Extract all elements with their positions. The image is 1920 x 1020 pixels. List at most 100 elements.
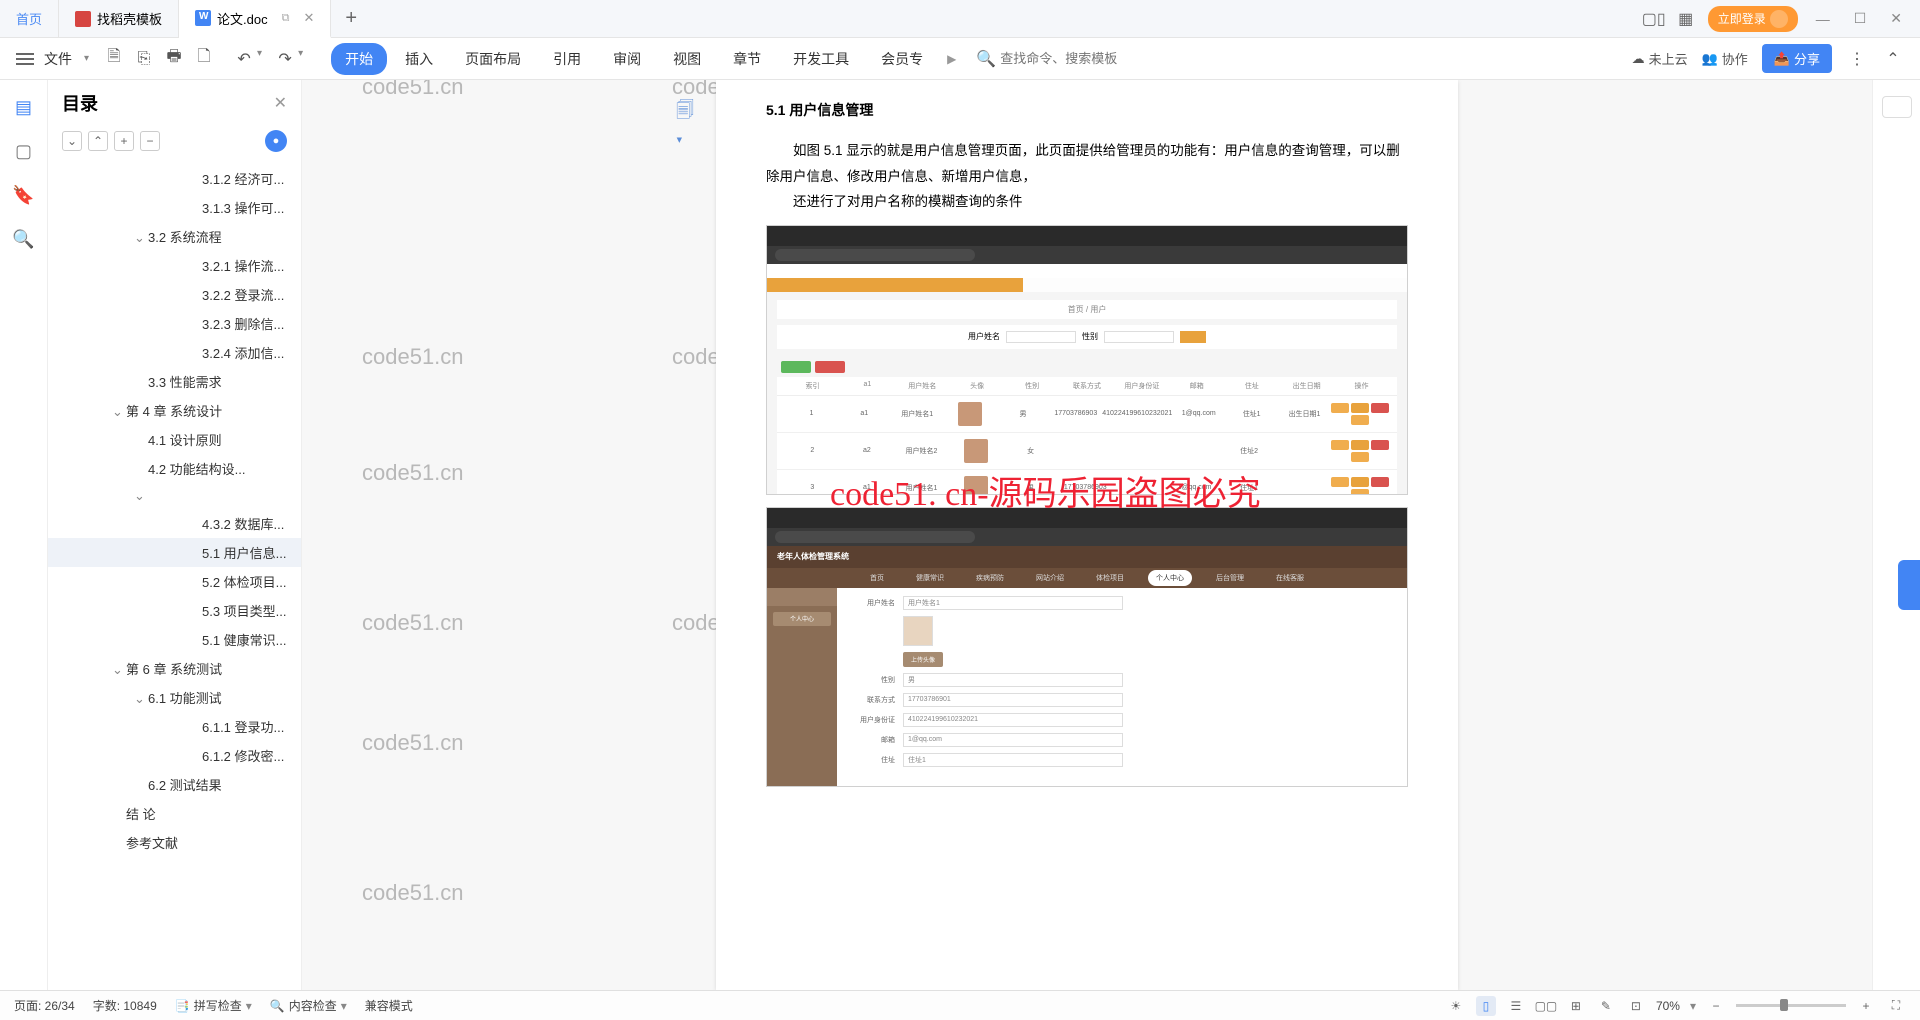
ribbon-tab-layout[interactable]: 页面布局 (451, 43, 535, 75)
export-icon[interactable]: ⎘ (133, 48, 155, 70)
collab-icon: 👥 (1702, 51, 1718, 67)
outline-item[interactable]: 5.3 项目类型... (48, 596, 301, 625)
page-copy-icon[interactable]: 🗐▾ (676, 98, 700, 122)
outline-icon[interactable]: ▤ (13, 96, 35, 118)
outline-item[interactable]: 结 论 (48, 799, 301, 828)
add-item-icon[interactable]: + (114, 131, 134, 151)
view-web-icon[interactable]: ⊞ (1566, 996, 1586, 1016)
undo-dropdown-icon[interactable]: ▾ (257, 48, 262, 70)
spell-check[interactable]: 📑拼写检查 ▾ (175, 997, 252, 1014)
outline-item[interactable]: 5.1 健康常识... (48, 625, 301, 654)
ribbon-tab-start[interactable]: 开始 (331, 43, 387, 75)
expand-all-icon[interactable]: ⌃ (88, 131, 108, 151)
add-tab-button[interactable]: + (331, 7, 371, 30)
right-pane-toggle[interactable] (1882, 96, 1912, 118)
fit-icon[interactable]: ⊡ (1626, 996, 1646, 1016)
outline-item[interactable]: 参考文献 (48, 828, 301, 857)
word-count[interactable]: 字数: 10849 (93, 997, 157, 1014)
outline-item[interactable]: ⌄3.2 系统流程 (48, 222, 301, 251)
content-check[interactable]: 🔍内容检查 ▾ (270, 997, 347, 1014)
close-icon[interactable]: ✕ (303, 10, 314, 26)
watermark: code51.cn (362, 460, 464, 486)
ribbon-tab-ref[interactable]: 引用 (539, 43, 595, 75)
ribbon-tab-section[interactable]: 章节 (719, 43, 775, 75)
document-area[interactable]: code51.cn code51.cn code51.cn code51.cn … (302, 80, 1872, 990)
ribbon-tab-member[interactable]: 会员专 (867, 43, 937, 75)
more-icon[interactable]: ⋮ (1846, 48, 1868, 70)
redo-dropdown-icon[interactable]: ▾ (298, 48, 303, 70)
outline-item[interactable]: 3.1.2 经济可... (48, 164, 301, 193)
zoom-out-icon[interactable]: − (1706, 996, 1726, 1016)
bookmark-icon[interactable]: 🔖 (13, 184, 35, 206)
outline-item[interactable]: 3.2.2 登录流... (48, 280, 301, 309)
ribbon-next-icon[interactable]: ▶ (941, 52, 962, 66)
ribbon-tab-view[interactable]: 视图 (659, 43, 715, 75)
maximize-button[interactable]: ☐ (1848, 10, 1873, 27)
zoom-in-icon[interactable]: + (1856, 996, 1876, 1016)
remove-item-icon[interactable]: − (140, 131, 160, 151)
tab-template[interactable]: 找稻壳模板 (59, 0, 179, 38)
minimize-button[interactable]: — (1810, 11, 1836, 27)
redo-icon[interactable]: ↷ (274, 48, 296, 70)
save-icon[interactable]: 🗎 (103, 48, 125, 70)
outline-list[interactable]: 3.1.2 经济可...3.1.3 操作可...⌄3.2 系统流程3.2.1 操… (48, 160, 301, 990)
outline-item[interactable]: ⌄ (48, 483, 301, 509)
find-icon[interactable]: 🔍 (13, 228, 35, 250)
page-indicator[interactable]: 页面: 26/34 (14, 997, 75, 1014)
cloud-status[interactable]: ☁未上云 (1632, 49, 1688, 68)
collab-button[interactable]: 👥协作 (1702, 49, 1748, 68)
login-button[interactable]: 立即登录 (1708, 6, 1798, 32)
ai-icon[interactable]: ● (265, 130, 287, 152)
outline-item[interactable]: 3.2.4 添加信... (48, 338, 301, 367)
outline-item[interactable]: ⌄第 6 章 系统测试 (48, 654, 301, 683)
grid-icon[interactable]: ▦ (1676, 9, 1696, 29)
file-menu[interactable]: 文件 (44, 49, 72, 69)
outline-item[interactable]: ⌄6.1 功能测试 (48, 683, 301, 712)
outline-item[interactable]: 3.2.1 操作流... (48, 251, 301, 280)
edit-icon[interactable]: ✎ (1596, 996, 1616, 1016)
nav-icon[interactable]: ▢ (13, 140, 35, 162)
view-page-icon[interactable]: ▯ (1476, 996, 1496, 1016)
print-icon[interactable]: 🖶 (163, 48, 185, 70)
view-read-icon[interactable]: ▢▢ (1536, 996, 1556, 1016)
outline-item[interactable]: ⌄第 4 章 系统设计 (48, 396, 301, 425)
watermark: code51.cn (362, 610, 464, 636)
zoom-level[interactable]: 70% (1656, 999, 1680, 1013)
undo-icon[interactable]: ↶ (233, 48, 255, 70)
tab-document[interactable]: 论文.doc ⧉ ✕ (179, 0, 331, 38)
ribbon-tab-dev[interactable]: 开发工具 (779, 43, 863, 75)
ribbon-tab-review[interactable]: 审阅 (599, 43, 655, 75)
tab-home[interactable]: 首页 (0, 0, 59, 38)
title-bar: 首页 找稻壳模板 论文.doc ⧉ ✕ + ▢▯ ▦ 立即登录 — ☐ ✕ (0, 0, 1920, 38)
outline-close-icon[interactable]: ✕ (274, 93, 287, 113)
close-button[interactable]: ✕ (1884, 10, 1908, 27)
quick-access: 🗎 ⎘ 🖶 🗋 (103, 48, 215, 70)
outline-item[interactable]: 6.1.2 修改密... (48, 741, 301, 770)
layout-icon[interactable]: ▢▯ (1644, 9, 1664, 29)
share-button[interactable]: 📤分享 (1762, 44, 1832, 73)
menu-icon[interactable] (16, 53, 34, 65)
outline-item[interactable]: 4.2 功能结构设... (48, 454, 301, 483)
compat-mode[interactable]: 兼容模式 (365, 997, 413, 1014)
outline-item[interactable]: 3.2.3 删除信... (48, 309, 301, 338)
outline-item[interactable]: 6.2 测试结果 (48, 770, 301, 799)
collapse-all-icon[interactable]: ⌄ (62, 131, 82, 151)
view-outline-icon[interactable]: ☰ (1506, 996, 1526, 1016)
side-tab[interactable] (1898, 560, 1920, 610)
outline-item[interactable]: 4.1 设计原则 (48, 425, 301, 454)
collapse-icon[interactable]: ⌃ (1882, 48, 1904, 70)
file-dropdown-icon[interactable]: ▾ (84, 53, 89, 64)
outline-item[interactable]: 6.1.1 登录功... (48, 712, 301, 741)
preview-icon[interactable]: 🗋 (193, 48, 215, 70)
outline-item[interactable]: 5.2 体检项目... (48, 567, 301, 596)
outline-item[interactable]: 3.1.3 操作可... (48, 193, 301, 222)
outline-item[interactable]: 4.3.2 数据库... (48, 509, 301, 538)
ribbon-tab-insert[interactable]: 插入 (391, 43, 447, 75)
outline-item[interactable]: 3.3 性能需求 (48, 367, 301, 396)
fullscreen-icon[interactable]: ⛶ (1886, 996, 1906, 1016)
outline-item[interactable]: 5.1 用户信息... (48, 538, 301, 567)
zoom-slider[interactable] (1736, 1004, 1846, 1007)
search-input[interactable] (1000, 51, 1160, 66)
window-icon[interactable]: ⧉ (282, 12, 290, 25)
brightness-icon[interactable]: ☀ (1446, 996, 1466, 1016)
